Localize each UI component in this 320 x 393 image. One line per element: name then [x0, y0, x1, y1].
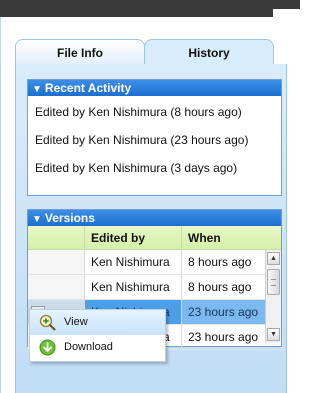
- magnify-plus-icon: [39, 314, 56, 331]
- cell-edited-by: Ken Nishimura: [84, 275, 181, 299]
- table-row[interactable]: Ken Nishimura 8 hours ago: [28, 250, 281, 275]
- versions-header[interactable]: ▼ Versions: [28, 210, 281, 226]
- row-context-menu: View Download: [29, 309, 166, 362]
- column-header-edited-by[interactable]: Edited by: [84, 226, 181, 249]
- activity-item: Edited by Ken Nishimura (23 hours ago): [35, 133, 249, 147]
- menu-item-label: View: [64, 316, 88, 328]
- tab-history[interactable]: History: [144, 39, 274, 65]
- download-arrow-icon: [39, 339, 56, 356]
- versions-title: Versions: [44, 211, 95, 225]
- cell-when: 23 hours ago: [181, 325, 265, 349]
- tab-file-info[interactable]: File Info: [15, 39, 145, 65]
- cell-when: 23 hours ago: [181, 300, 265, 324]
- window-top-bar: [0, 0, 300, 17]
- table-row[interactable]: Ken Nishimura 8 hours ago: [28, 275, 281, 300]
- menu-item-download[interactable]: Download: [30, 335, 165, 360]
- row-gutter: [28, 250, 84, 274]
- column-header-when[interactable]: When: [181, 226, 265, 249]
- cell-when: 8 hours ago: [181, 275, 265, 299]
- scroll-thumb[interactable]: [267, 269, 280, 295]
- recent-activity-header[interactable]: ▼ Recent Activity: [28, 80, 281, 96]
- activity-item: Edited by Ken Nishimura (8 hours ago): [35, 105, 242, 119]
- versions-column-header: Edited by When: [28, 226, 281, 250]
- scroll-down-icon[interactable]: ▼: [267, 328, 280, 341]
- column-header-blank: [28, 226, 84, 249]
- row-gutter: [28, 275, 84, 299]
- scroll-up-icon[interactable]: ▲: [267, 252, 280, 265]
- recent-activity-title: Recent Activity: [44, 81, 132, 95]
- collapse-triangle-icon: ▼: [32, 214, 42, 225]
- top-bar-notch: [273, 9, 300, 17]
- versions-scrollbar[interactable]: ▲ ▼: [265, 250, 281, 343]
- activity-item: Edited by Ken Nishimura (3 days ago): [35, 161, 238, 175]
- menu-item-label: Download: [64, 341, 113, 353]
- recent-activity-panel: ▼ Recent Activity Edited by Ken Nishimura…: [27, 79, 282, 196]
- collapse-triangle-icon: ▼: [32, 84, 42, 95]
- cell-when: 8 hours ago: [181, 250, 265, 274]
- cell-edited-by: Ken Nishimura: [84, 250, 181, 274]
- menu-item-view[interactable]: View: [30, 310, 165, 335]
